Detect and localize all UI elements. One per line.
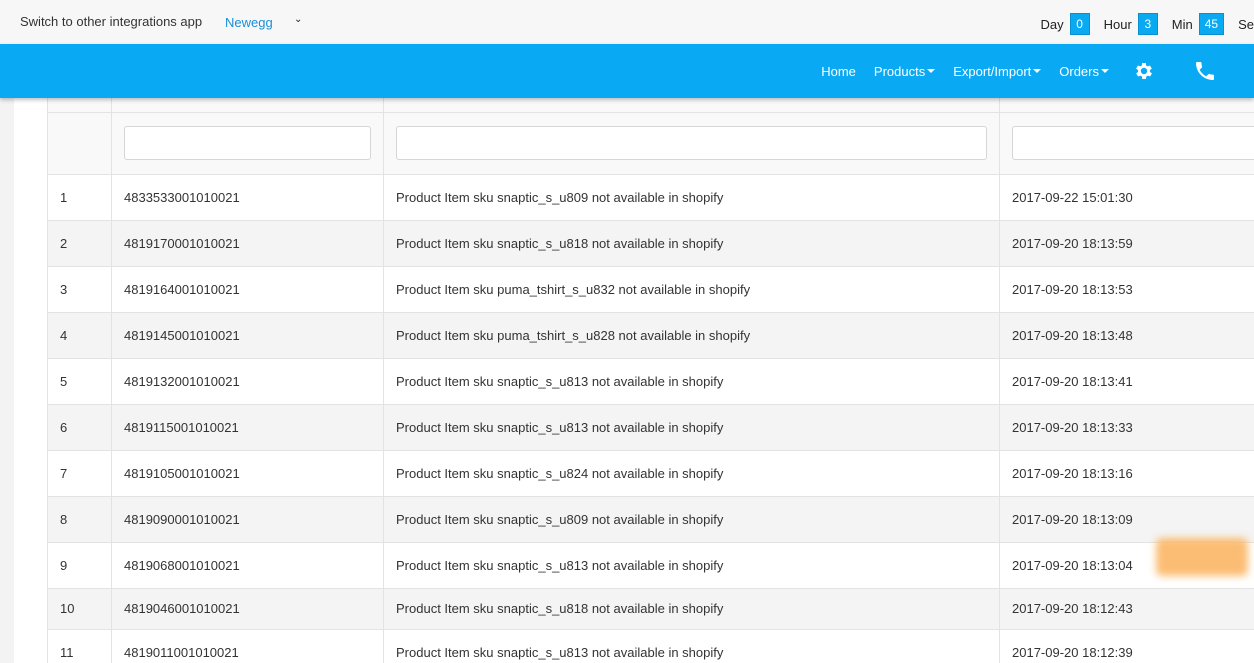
cell-num: 11: [47, 629, 112, 663]
table-row[interactable]: 3 4819164001010021 Product Item sku puma_t…: [47, 266, 1254, 313]
cell-num: 6: [47, 404, 112, 451]
timer-day-value: 0: [1069, 13, 1090, 35]
cell-message: Product Item sku puma_tshirt_s_u832 not …: [383, 266, 1000, 313]
cell-message: Product Item sku snaptic_s_u824 not avai…: [383, 450, 1000, 497]
content-card: 1 4833533001010021 Product Item sku snapti…: [14, 98, 1254, 663]
gear-icon[interactable]: [1133, 60, 1155, 82]
phone-icon[interactable]: [1193, 59, 1217, 83]
subscription-timer: Day 0 Hour 3 Min 45 Se: [1040, 13, 1254, 35]
cell-id: 4819132001010021: [111, 358, 384, 405]
cell-num: 7: [47, 450, 112, 497]
cell-time: 2017-09-20 18:13:41: [999, 358, 1254, 405]
main-navbar: Home Products Export/Import Orders: [0, 44, 1254, 98]
cell-message: Product Item sku snaptic_s_u813 not avai…: [383, 542, 1000, 589]
cell-num: 5: [47, 358, 112, 405]
cell-time: 2017-09-20 18:12:39: [999, 629, 1254, 663]
cell-num: 9: [47, 542, 112, 589]
header-cell: [999, 98, 1254, 113]
cell-message: Product Item sku puma_tshirt_s_u828 not …: [383, 312, 1000, 359]
cell-time: 2017-09-20 18:13:33: [999, 404, 1254, 451]
nav-products-label: Products: [873, 63, 926, 79]
cell-num: 4: [47, 312, 112, 359]
cell-message: Product Item sku snaptic_s_u813 not avai…: [383, 629, 1000, 663]
header-cell: [111, 98, 384, 113]
cell-time: 2017-09-20 18:12:43: [999, 588, 1254, 630]
table-row[interactable]: 2 4819170001010021 Product Item sku snapti…: [47, 220, 1254, 267]
cell-id: 4819011001010021: [111, 629, 384, 663]
cell-num: 8: [47, 496, 112, 543]
nav-export-import-label: Export/Import: [953, 63, 1032, 79]
caret-down-icon: [927, 69, 936, 73]
cell-message: Product Item sku snaptic_s_u813 not avai…: [383, 358, 1000, 405]
table-row[interactable]: 11 4819011001010021 Product Item sku snapt…: [47, 629, 1254, 663]
chat-widget-button[interactable]: [1156, 538, 1248, 576]
left-rail: [0, 98, 14, 663]
log-table-container[interactable]: 1 4833533001010021 Product Item sku snapti…: [47, 98, 1254, 663]
table-row[interactable]: 10 4819046001010021 Product Item sku snapt…: [47, 588, 1254, 630]
cell-id: 4819068001010021: [111, 542, 384, 589]
cell-time: 2017-09-22 15:01:30: [999, 174, 1254, 221]
cell-id: 4819164001010021: [111, 266, 384, 313]
cell-num: 1: [47, 174, 112, 221]
cell-time: 2017-09-20 18:13:53: [999, 266, 1254, 313]
nav-orders-label: Orders: [1059, 63, 1099, 79]
filter-time-input[interactable]: [1012, 126, 1254, 160]
top-bar: Switch to other integrations app Newegg …: [0, 0, 1254, 44]
filter-message-input[interactable]: [396, 126, 987, 160]
cell-id: 4819115001010021: [111, 404, 384, 451]
table-row[interactable]: 4 4819145001010021 Product Item sku puma_t…: [47, 312, 1254, 359]
cell-message: Product Item sku snaptic_s_u809 not avai…: [383, 174, 1000, 221]
cell-time: 2017-09-20 18:13:59: [999, 220, 1254, 267]
cell-id: 4819145001010021: [111, 312, 384, 359]
chevron-down-icon: ⌄: [294, 14, 303, 25]
table-row[interactable]: 9 4819068001010021 Product Item sku snapti…: [47, 542, 1254, 589]
timer-min-label: Min: [1171, 16, 1193, 32]
caret-down-icon: [1101, 69, 1109, 73]
table-filter-row: [47, 112, 1254, 175]
nav-products[interactable]: Products: [873, 63, 936, 79]
filter-cell-empty: [47, 112, 112, 175]
error-log-table: 1 4833533001010021 Product Item sku snapti…: [47, 98, 1254, 663]
cell-time: 2017-09-20 18:13:16: [999, 450, 1254, 497]
caret-down-icon: [1033, 69, 1042, 73]
selected-app-value: Newegg: [225, 14, 273, 30]
cell-message: Product Item sku snaptic_s_u818 not avai…: [383, 220, 1000, 267]
table-row[interactable]: 6 4819115001010021 Product Item sku snapti…: [47, 404, 1254, 451]
cell-message: Product Item sku snaptic_s_u818 not avai…: [383, 588, 1000, 630]
cell-message: Product Item sku snaptic_s_u813 not avai…: [383, 404, 1000, 451]
header-cell: [383, 98, 1000, 113]
table-row[interactable]: 1 4833533001010021 Product Item sku snapti…: [47, 174, 1254, 221]
table-row[interactable]: 5 4819132001010021 Product Item sku snapti…: [47, 358, 1254, 405]
timer-hour-value: 3: [1137, 13, 1158, 35]
cell-time: 2017-09-20 18:13:09: [999, 496, 1254, 543]
filter-cell: [999, 112, 1254, 175]
table-header-row: [47, 98, 1254, 113]
cell-id: 4819105001010021: [111, 450, 384, 497]
filter-id-input[interactable]: [124, 126, 371, 160]
cell-id: 4833533001010021: [111, 174, 384, 221]
header-cell: [47, 98, 112, 113]
filter-cell: [111, 112, 384, 175]
cell-id: 4819090001010021: [111, 496, 384, 543]
timer-min-value: 45: [1198, 13, 1225, 35]
cell-num: 2: [47, 220, 112, 267]
table-row[interactable]: 8 4819090001010021 Product Item sku snapti…: [47, 496, 1254, 543]
cell-id: 4819046001010021: [111, 588, 384, 630]
switch-app-label: Switch to other integrations app: [20, 14, 203, 29]
cell-id: 4819170001010021: [111, 220, 384, 267]
nav-export-import[interactable]: Export/Import: [953, 63, 1042, 79]
nav-home[interactable]: Home: [821, 64, 856, 79]
integration-app-select[interactable]: Newegg ⌄: [218, 10, 313, 34]
timer-day-label: Day: [1040, 16, 1064, 32]
cell-num: 3: [47, 266, 112, 313]
nav-orders[interactable]: Orders: [1059, 64, 1109, 79]
cell-time: 2017-09-20 18:13:48: [999, 312, 1254, 359]
cell-message: Product Item sku snaptic_s_u809 not avai…: [383, 496, 1000, 543]
filter-cell: [383, 112, 1000, 175]
timer-hour-label: Hour: [1103, 16, 1132, 32]
table-row[interactable]: 7 4819105001010021 Product Item sku snapti…: [47, 450, 1254, 497]
timer-sec-label: Se: [1238, 16, 1254, 32]
cell-num: 10: [47, 588, 112, 630]
